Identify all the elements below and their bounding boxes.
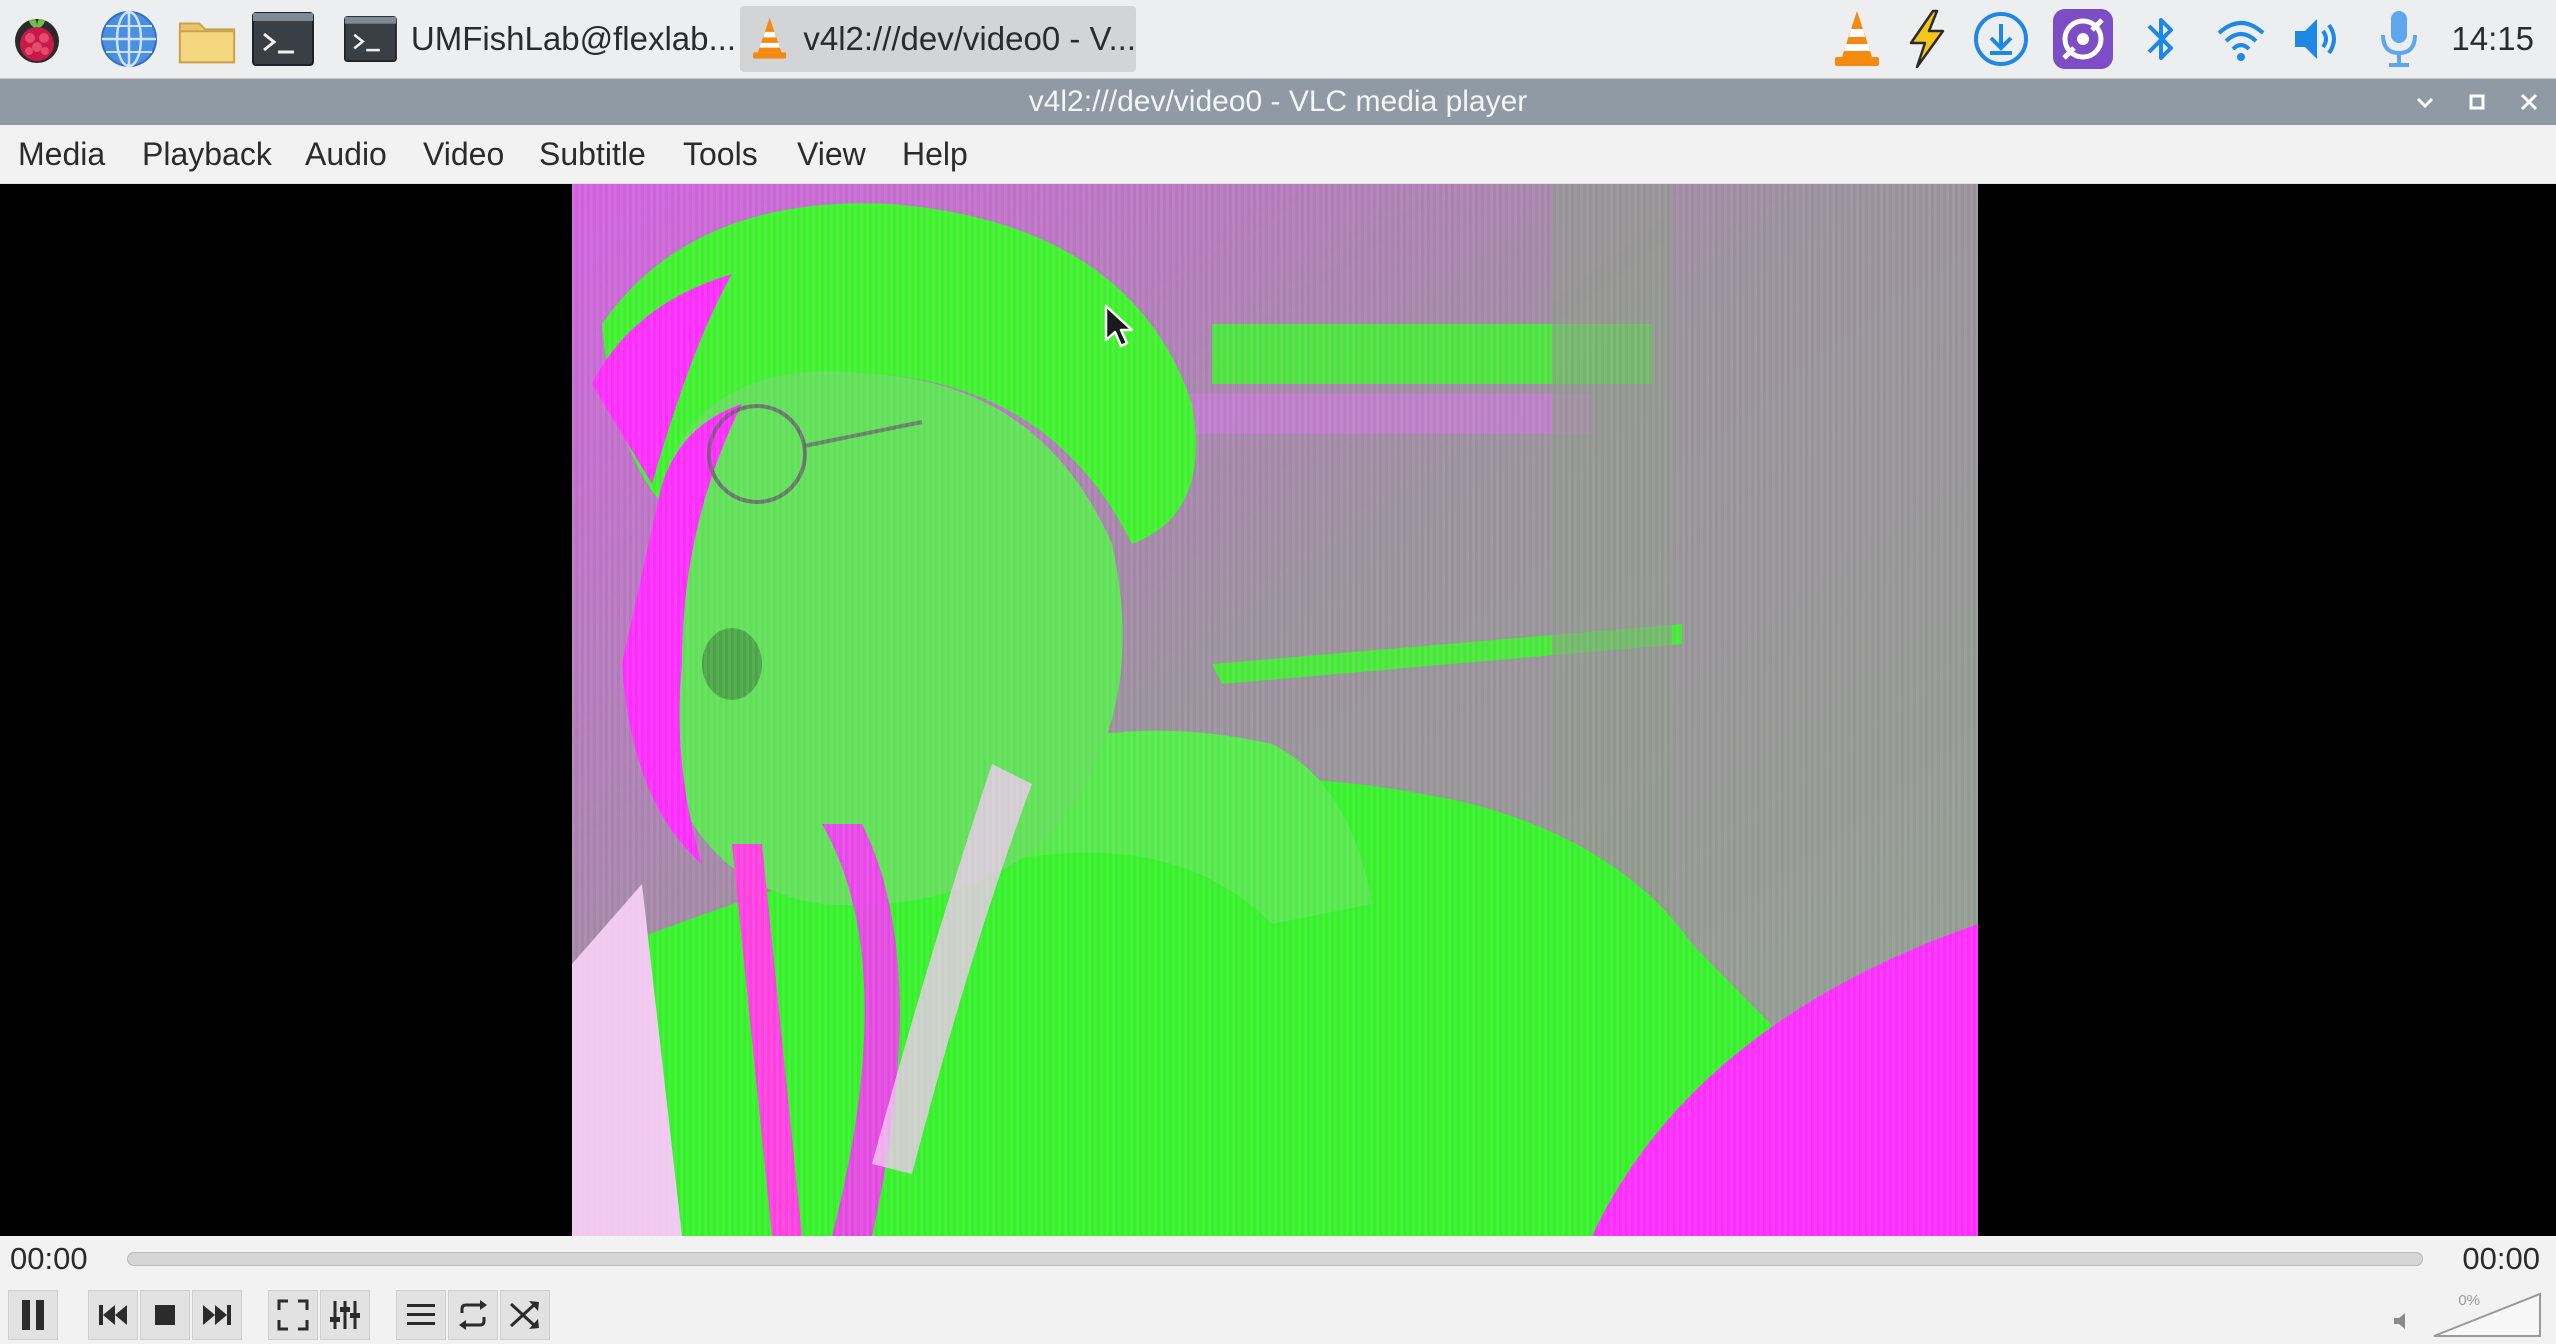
time-elapsed[interactable]: 00:00 — [10, 1236, 88, 1282]
clock[interactable]: 14:15 — [2451, 0, 2534, 78]
vlc-cone-icon[interactable] — [1826, 8, 1888, 70]
menu-bar: Media Playback Audio Video Subtitle Tool… — [0, 125, 2556, 184]
time-total[interactable]: 00:00 — [2462, 1236, 2540, 1282]
speaker-muted-icon — [2394, 1313, 2405, 1329]
seek-slider[interactable] — [127, 1252, 2423, 1266]
menu-view[interactable]: View — [797, 125, 866, 183]
taskbar-task-terminal[interactable]: UMFishLab@flexlab... — [334, 6, 736, 72]
volume-control[interactable]: 0% — [2392, 1290, 2542, 1340]
menu-playback[interactable]: Playback — [142, 125, 272, 183]
video-frame[interactable] — [572, 184, 1978, 1236]
microphone-icon[interactable] — [2368, 8, 2430, 70]
fullscreen-button[interactable] — [268, 1290, 318, 1340]
playlist-button[interactable] — [396, 1290, 446, 1340]
menu-video[interactable]: Video — [423, 125, 504, 183]
volume-slider[interactable] — [2432, 1292, 2542, 1338]
web-browser-icon[interactable] — [98, 8, 160, 70]
speaker-icon[interactable] — [2286, 8, 2348, 70]
skip-back-icon — [99, 1305, 127, 1325]
pause-icon — [22, 1300, 44, 1330]
fullscreen-icon — [277, 1299, 309, 1331]
maximize-icon[interactable] — [2460, 85, 2494, 119]
system-taskbar: UMFishLab@flexlab... v4l2:///dev/video0 … — [0, 0, 2556, 79]
previous-button[interactable] — [88, 1290, 138, 1340]
taskbar-task-vlc[interactable]: v4l2:///dev/video0 - V... — [740, 6, 1136, 72]
terminal-icon[interactable] — [252, 8, 314, 70]
wifi-icon[interactable] — [2210, 8, 2272, 70]
minimize-icon[interactable] — [2408, 85, 2442, 119]
seek-row: 00:00 00:00 — [0, 1236, 2556, 1282]
next-button[interactable] — [192, 1290, 242, 1340]
extended-settings-button[interactable] — [320, 1290, 370, 1340]
shuffle-icon — [509, 1301, 539, 1329]
vlc-cone-icon — [753, 17, 787, 59]
window-titlebar[interactable]: v4l2:///dev/video0 - VLC media player — [0, 79, 2556, 125]
terminal-icon — [344, 15, 397, 63]
bluetooth-icon[interactable] — [2130, 8, 2192, 70]
pause-button[interactable] — [8, 1290, 58, 1340]
file-manager-icon[interactable] — [176, 8, 238, 70]
playback-controls: 0% — [0, 1282, 2556, 1344]
window-title: v4l2:///dev/video0 - VLC media player — [1028, 85, 1528, 118]
lightning-bolt-icon[interactable] — [1896, 8, 1958, 70]
mouse-cursor-icon — [1104, 304, 1134, 348]
stop-button[interactable] — [140, 1290, 190, 1340]
menu-audio[interactable]: Audio — [305, 125, 387, 183]
menu-subtitle[interactable]: Subtitle — [539, 125, 646, 183]
menu-help[interactable]: Help — [902, 125, 968, 183]
shuffle-button[interactable] — [500, 1290, 550, 1340]
close-icon[interactable] — [2512, 85, 2546, 119]
equalizer-icon — [330, 1301, 360, 1329]
taskbar-task-label: v4l2:///dev/video0 - V... — [803, 20, 1136, 57]
stop-icon — [155, 1305, 175, 1325]
playlist-icon — [407, 1304, 435, 1325]
taskbar-task-label: UMFishLab@flexlab... — [410, 20, 736, 57]
raspberry-menu-icon[interactable] — [6, 8, 68, 70]
skip-forward-icon — [203, 1305, 231, 1325]
menu-media[interactable]: Media — [18, 125, 105, 183]
vnc-icon[interactable] — [2052, 8, 2114, 70]
download-icon[interactable] — [1970, 8, 2032, 70]
loop-button[interactable] — [448, 1290, 498, 1340]
video-area[interactable] — [0, 184, 2556, 1236]
menu-tools[interactable]: Tools — [683, 125, 758, 183]
video-image — [572, 184, 1978, 1236]
loop-icon — [459, 1300, 487, 1330]
